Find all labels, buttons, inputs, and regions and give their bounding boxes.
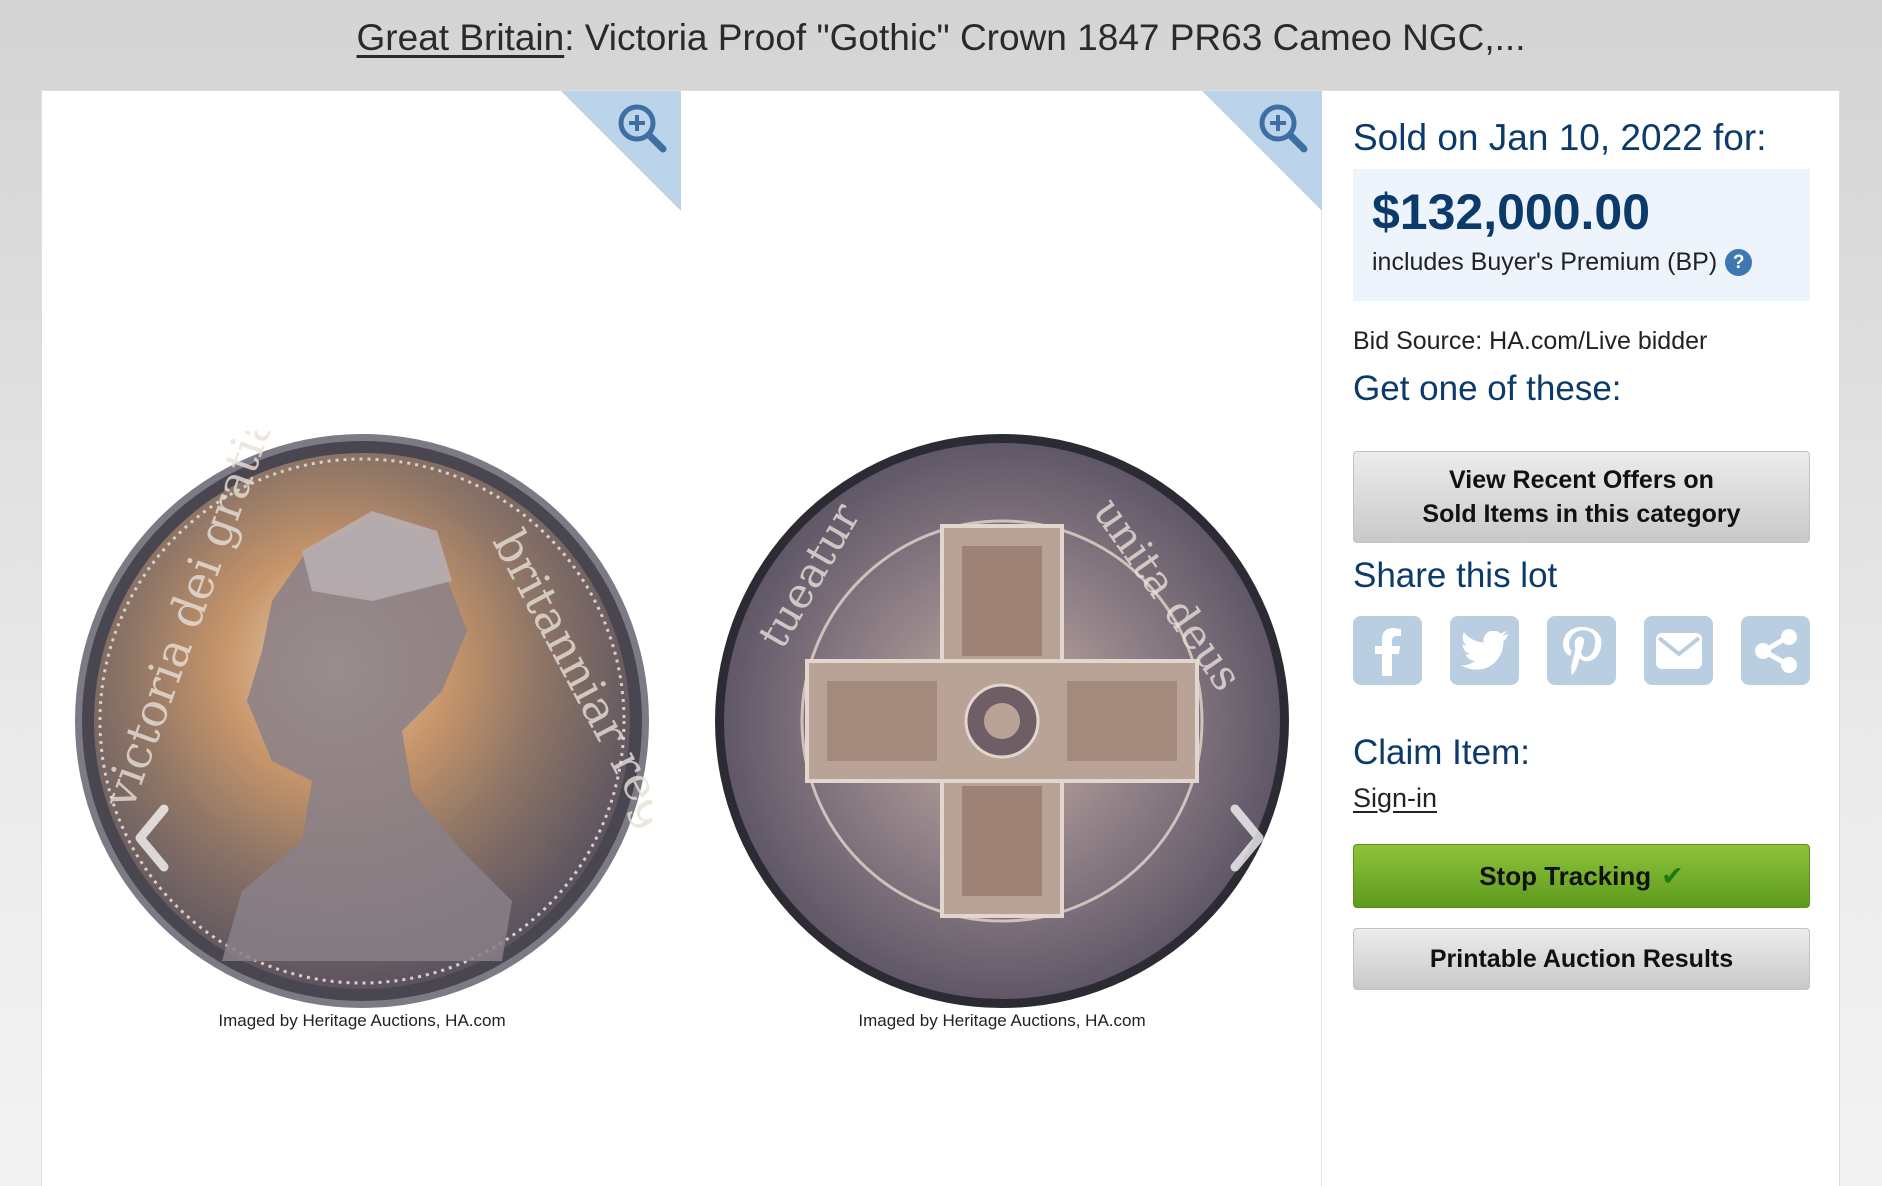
bp-text: includes Buyer's Premium (BP) [1372, 248, 1718, 276]
sold-price: $132,000.00 [1372, 184, 1651, 240]
offers-button-line1: View Recent Offers on [1449, 466, 1714, 494]
previous-image-arrow-icon[interactable] [132, 803, 172, 873]
stop-tracking-button[interactable]: Stop Tracking ✔ [1353, 844, 1810, 908]
reverse-coin-image[interactable]: tueatur unita deus [712, 431, 1292, 1011]
lot-title: Great Britain : Victoria Proof "Gothic" … [0, 0, 1882, 90]
stop-tracking-label: Stop Tracking [1479, 860, 1652, 891]
obverse-image-column: victoria dei gratia britanniar reg Image… [42, 91, 684, 1186]
buyers-premium-note: includes Buyer's Premium (BP) ? [1372, 248, 1753, 277]
more-share-button[interactable] [1741, 616, 1810, 685]
sign-in-link[interactable]: Sign-in [1353, 783, 1437, 814]
email-share-button[interactable] [1644, 616, 1713, 685]
printable-auction-results-button[interactable]: Printable Auction Results [1353, 928, 1810, 990]
obverse-coin-image[interactable]: victoria dei gratia britanniar reg [72, 405, 684, 1011]
reverse-credit: Imaged by Heritage Auctions, HA.com [858, 1011, 1146, 1030]
obverse-credit: Imaged by Heritage Auctions, HA.com [218, 1011, 506, 1030]
get-one-heading: Get one of these: [1353, 369, 1622, 408]
facebook-icon [1374, 627, 1401, 676]
sold-on-label: Sold on Jan 10, 2022 for: [1353, 117, 1767, 158]
facebook-share-button[interactable] [1353, 616, 1422, 685]
twitter-share-button[interactable] [1450, 616, 1519, 685]
email-icon [1655, 632, 1702, 669]
help-icon[interactable]: ? [1725, 249, 1753, 276]
zoom-in-icon [618, 104, 667, 153]
next-image-arrow-icon[interactable] [1227, 803, 1267, 873]
zoom-in-icon [1259, 104, 1308, 153]
offers-button-line2: Sold Items in this category [1422, 500, 1741, 528]
reverse-zoom-button[interactable] [1202, 91, 1322, 211]
lot-title-text: : Victoria Proof "Gothic" Crown 1847 PR6… [564, 17, 1526, 58]
claim-item-heading: Claim Item: [1353, 733, 1530, 772]
share-icon [1754, 628, 1797, 673]
price-box: $132,000.00 includes Buyer's Premium (BP… [1353, 169, 1810, 301]
share-heading: Share this lot [1353, 556, 1558, 595]
obverse-zoom-button[interactable] [561, 91, 681, 211]
bid-source: Bid Source: HA.com/Live bidder [1353, 327, 1708, 355]
reverse-image-column: tueatur unita deus Imaged by Heritage Au… [682, 91, 1322, 1186]
pinterest-share-button[interactable] [1547, 616, 1616, 685]
twitter-icon [1460, 630, 1508, 670]
share-buttons [1353, 616, 1810, 685]
view-recent-offers-button[interactable]: View Recent Offers on Sold Items in this… [1353, 451, 1810, 543]
checkmark-icon: ✔ [1661, 860, 1684, 891]
category-link[interactable]: Great Britain [357, 17, 565, 59]
lot-panel: victoria dei gratia britanniar reg Image… [41, 90, 1840, 1186]
pinterest-icon [1562, 626, 1601, 675]
image-gallery: victoria dei gratia britanniar reg Image… [42, 91, 1322, 1186]
